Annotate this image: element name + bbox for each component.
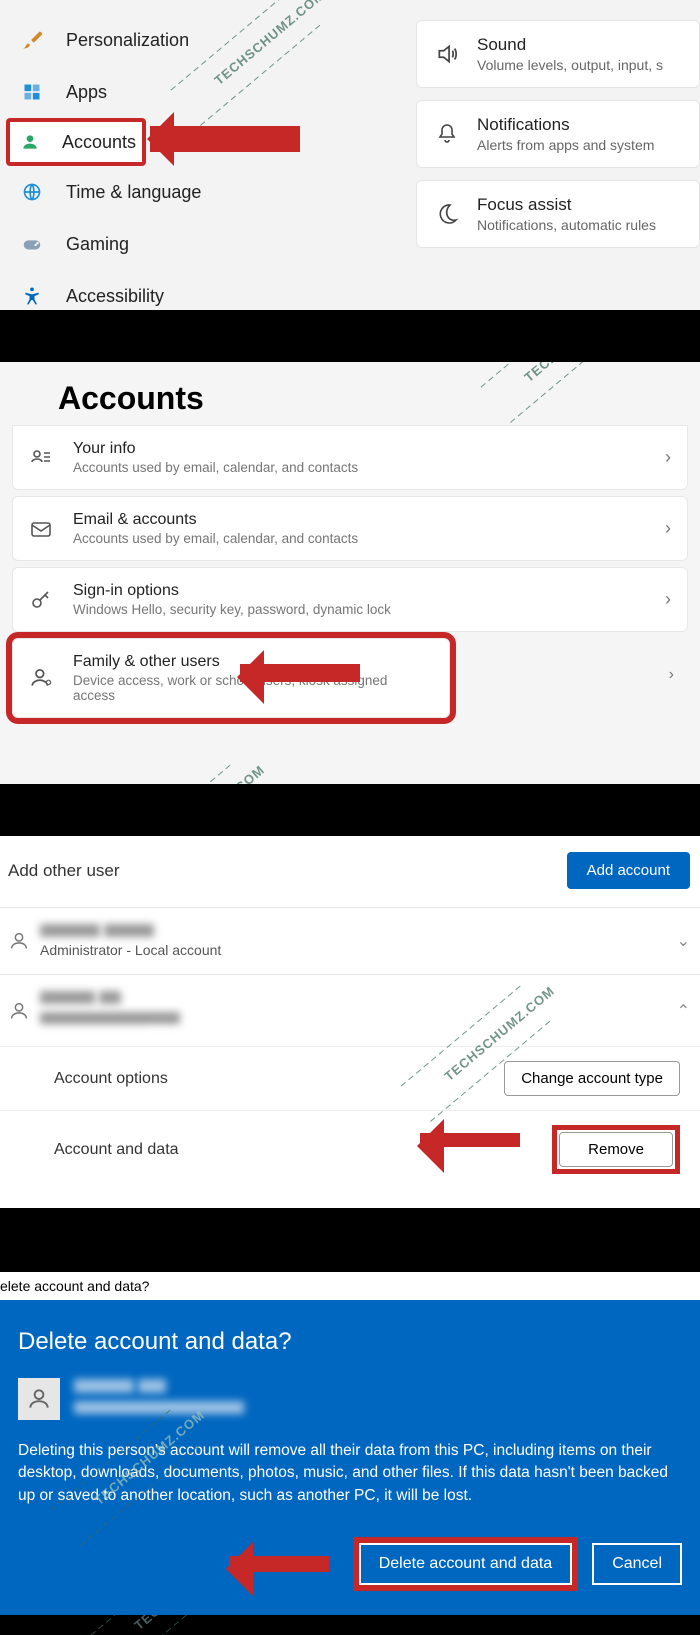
sidebar-item-apps[interactable]: Apps xyxy=(0,66,380,118)
card-title: Focus assist xyxy=(477,195,656,215)
globe-icon xyxy=(20,180,44,204)
redacted-name: XXXX xyxy=(74,1379,134,1393)
bell-icon xyxy=(435,122,477,146)
redacted-name: XXXX xyxy=(40,924,100,937)
chevron-up-icon: ⌃ xyxy=(677,1001,690,1021)
account-and-data-row: Account and data Remove xyxy=(0,1110,700,1188)
card-notifications[interactable]: Notifications Alerts from apps and system xyxy=(416,100,700,168)
key-icon xyxy=(29,588,73,612)
user-row-2[interactable]: XXXX XX XXXXXXXXXX ⌃ xyxy=(0,974,700,1046)
row-email-accounts[interactable]: Email & accounts Accounts used by email, … xyxy=(12,496,688,561)
row-title: Sign-in options xyxy=(73,582,665,600)
moon-icon xyxy=(435,202,477,226)
card-sub: Alerts from apps and system xyxy=(477,137,654,153)
gamepad-icon xyxy=(20,232,44,256)
person-icon xyxy=(8,930,40,952)
redacted-name: XX xyxy=(138,1379,166,1393)
watermark: TECHSCHUMZ.COM xyxy=(131,1615,247,1633)
row-signin-options[interactable]: Sign-in options Windows Hello, security k… xyxy=(12,567,688,632)
sidebar-item-accessibility[interactable]: Accessibility xyxy=(0,270,380,310)
delete-account-button[interactable]: Delete account and data xyxy=(359,1543,572,1585)
row-title: Email & accounts xyxy=(73,511,665,529)
redacted-name: XX xyxy=(99,991,121,1004)
user-subtitle: Administrator - Local account xyxy=(40,942,677,958)
card-focus-assist[interactable]: Focus assist Notifications, automatic rul… xyxy=(416,180,700,248)
settings-sidebar: Personalization Apps Accounts Time & lan… xyxy=(0,0,380,310)
remove-highlight: Remove xyxy=(552,1125,680,1174)
add-other-user-label: Add other user xyxy=(8,861,120,881)
system-cards: Sound Volume levels, output, input, s Not… xyxy=(416,0,700,248)
sidebar-item-personalization[interactable]: Personalization xyxy=(0,14,380,66)
chevron-right-icon: › xyxy=(665,589,671,610)
chevron-right-icon: › xyxy=(669,666,674,684)
redacted-name: XXXX xyxy=(40,991,95,1004)
dialog-heading: Delete account and data? xyxy=(18,1328,682,1356)
redacted-name: XXXX xyxy=(104,924,154,937)
idcard-icon xyxy=(29,446,73,470)
annotation-arrow xyxy=(150,126,300,152)
chevron-down-icon: ⌄ xyxy=(677,931,690,951)
sound-icon xyxy=(435,41,477,67)
accessibility-icon xyxy=(20,284,44,308)
card-sound[interactable]: Sound Volume levels, output, input, s xyxy=(416,20,700,88)
annotation-arrow xyxy=(229,1556,329,1572)
apps-icon xyxy=(20,80,44,104)
person-icon xyxy=(8,1000,40,1022)
brush-icon xyxy=(20,28,44,52)
dialog-message: Deleting this person's account will remo… xyxy=(18,1440,682,1507)
card-title: Sound xyxy=(477,35,663,55)
chevron-right-icon: › xyxy=(665,447,671,468)
row-title: Your info xyxy=(73,440,665,458)
family-icon xyxy=(29,665,73,691)
row-sub: Accounts used by email, calendar, and co… xyxy=(73,531,665,546)
person-icon xyxy=(20,130,40,154)
redacted-email: XXXXXXXXXX xyxy=(40,1012,180,1024)
sidebar-label: Gaming xyxy=(66,234,129,255)
dialog-titlebar: elete account and data? xyxy=(0,1272,700,1300)
account-and-data-label: Account and data xyxy=(54,1141,179,1159)
card-sub: Notifications, automatic rules xyxy=(477,217,656,233)
cancel-button[interactable]: Cancel xyxy=(592,1543,682,1585)
row-sub: Windows Hello, security key, password, d… xyxy=(73,602,665,617)
add-account-button[interactable]: Add account xyxy=(567,852,690,889)
sidebar-label: Time & language xyxy=(66,182,201,203)
sidebar-item-gaming[interactable]: Gaming xyxy=(0,218,380,270)
sidebar-label: Accessibility xyxy=(66,286,164,307)
user-row-1[interactable]: XXXX XXXX Administrator - Local account … xyxy=(0,907,700,974)
annotation-arrow xyxy=(240,664,360,682)
row-your-info[interactable]: Your info Accounts used by email, calenda… xyxy=(12,425,688,490)
watermark: TECHSCHUMZ.COM xyxy=(151,762,267,784)
chevron-right-icon: › xyxy=(665,518,671,539)
card-title: Notifications xyxy=(477,115,654,135)
row-sub: Accounts used by email, calendar, and co… xyxy=(73,460,665,475)
page-heading: Accounts xyxy=(0,362,700,425)
card-sub: Volume levels, output, input, s xyxy=(477,57,663,73)
redacted-email: XXXXXXXXXXXX xyxy=(74,1401,244,1414)
remove-button[interactable]: Remove xyxy=(559,1132,673,1167)
sidebar-item-time-language[interactable]: Time & language xyxy=(0,166,380,218)
mail-icon xyxy=(29,517,73,541)
account-options-row: Account options Change account type xyxy=(0,1046,700,1110)
avatar-icon xyxy=(18,1378,60,1420)
annotation-arrow xyxy=(420,1133,520,1147)
account-options-label: Account options xyxy=(54,1070,168,1088)
dialog-user: XXXX XX XXXXXXXXXXXX xyxy=(18,1378,682,1420)
sidebar-label: Personalization xyxy=(66,30,189,51)
change-account-type-button[interactable]: Change account type xyxy=(504,1061,680,1096)
sidebar-label: Apps xyxy=(66,82,107,103)
